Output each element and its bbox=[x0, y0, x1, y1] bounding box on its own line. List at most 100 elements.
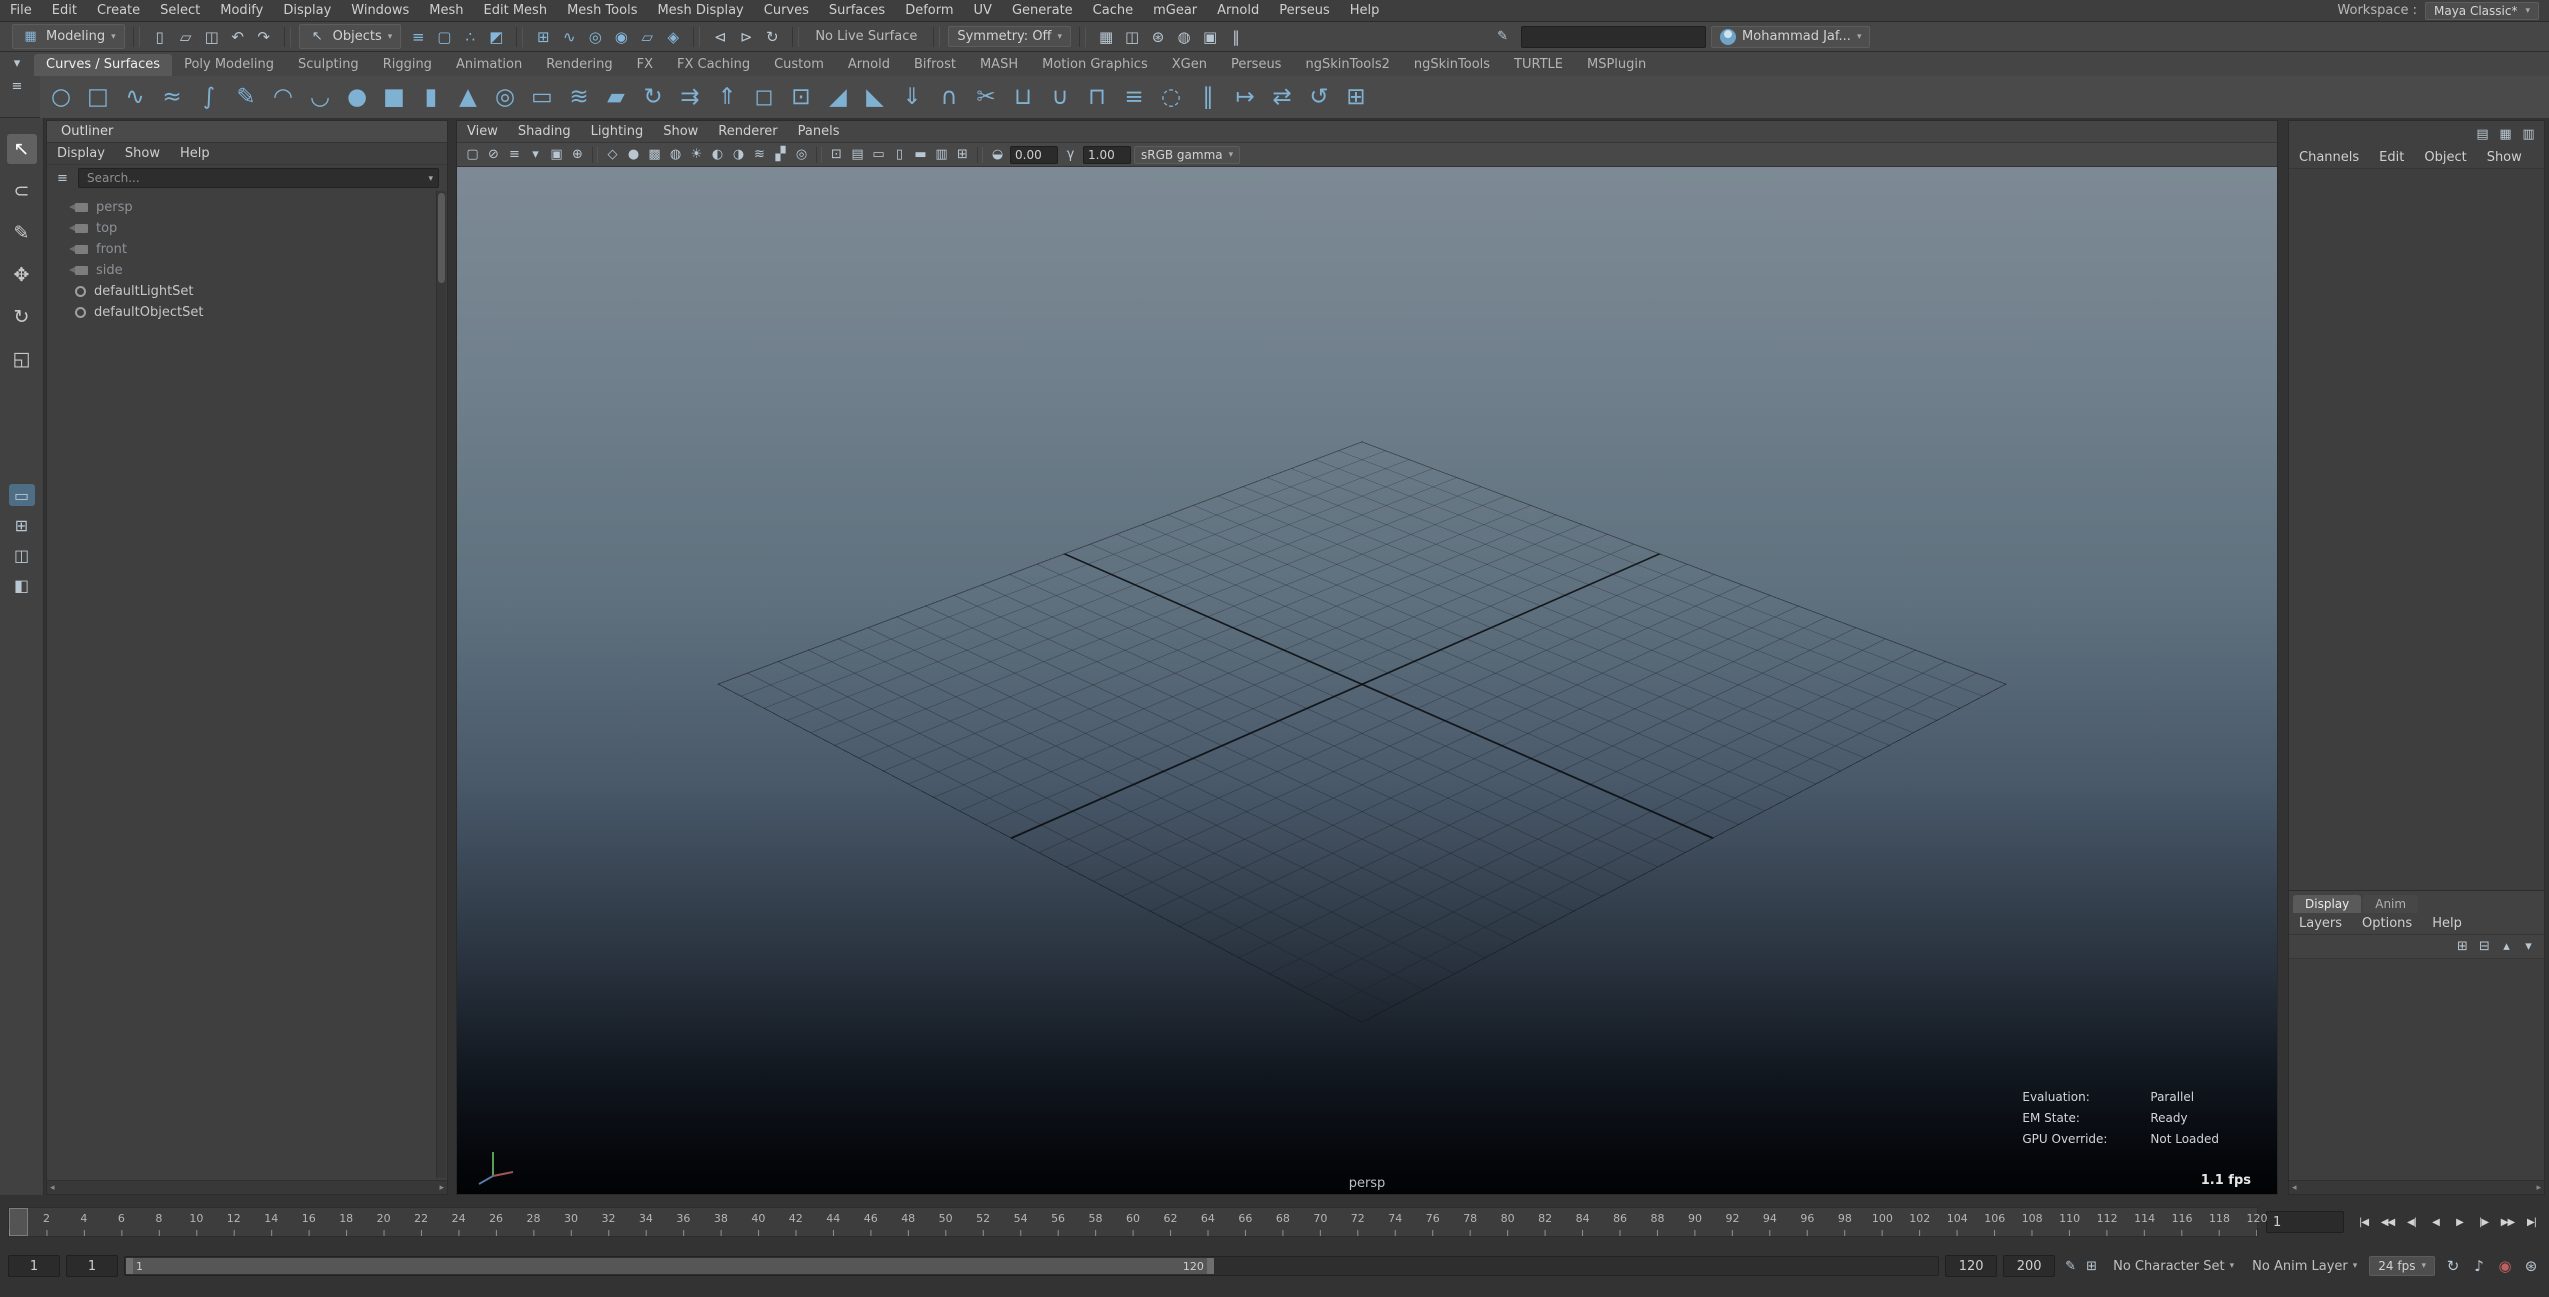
shelf-tab-fx[interactable]: FX bbox=[625, 54, 665, 76]
shelf-tab-fx-caching[interactable]: FX Caching bbox=[665, 54, 762, 76]
rotate-tool[interactable]: ↻ bbox=[7, 302, 37, 332]
nurbs-to-polygons[interactable]: ⊞ bbox=[1339, 80, 1373, 114]
redo-icon[interactable]: ↷ bbox=[252, 25, 276, 49]
outliner-item-side[interactable]: side bbox=[47, 260, 447, 281]
animation-preferences-icon[interactable]: ⊛ bbox=[2519, 1254, 2543, 1278]
shelf-tabs-menu-icon[interactable]: ▾ bbox=[8, 54, 27, 73]
outliner-vertical-scrollbar[interactable] bbox=[436, 191, 446, 1178]
menu-windows[interactable]: Windows bbox=[341, 3, 419, 18]
play-backwards-button[interactable]: ◀ bbox=[2424, 1211, 2447, 1233]
field-chart-icon[interactable]: ▤ bbox=[848, 145, 867, 164]
input-connections-icon[interactable]: ⊲ bbox=[708, 25, 732, 49]
account-menu[interactable]: Mohammad Jaf... ▾ bbox=[1711, 25, 1871, 48]
scroll-left-icon[interactable]: ◂ bbox=[50, 1183, 55, 1193]
nurbs-torus[interactable]: ◎ bbox=[488, 80, 522, 114]
playback-start-field[interactable] bbox=[66, 1255, 118, 1277]
nurbs-square[interactable]: □ bbox=[81, 80, 115, 114]
menu-modify[interactable]: Modify bbox=[210, 3, 273, 18]
viewport-menu-panels[interactable]: Panels bbox=[788, 124, 850, 139]
menu-curves[interactable]: Curves bbox=[754, 3, 819, 18]
hud-toggle-icon[interactable]: ▥ bbox=[932, 145, 951, 164]
motion-blur-icon[interactable]: ≋ bbox=[750, 145, 769, 164]
grid-toggle-icon[interactable]: ⊞ bbox=[953, 145, 972, 164]
revolve[interactable]: ↻ bbox=[636, 80, 670, 114]
play-forwards-button[interactable]: ▶ bbox=[2448, 1211, 2471, 1233]
layout-four-pane[interactable]: ⊞ bbox=[9, 514, 35, 536]
outliner-menu-show[interactable]: Show bbox=[115, 146, 170, 161]
shelf-tab-perseus[interactable]: Perseus bbox=[1219, 54, 1294, 76]
symmetry-selector[interactable]: Symmetry: Off ▾ bbox=[948, 26, 1072, 47]
menu-mgear[interactable]: mGear bbox=[1143, 3, 1207, 18]
rebuild-surfaces[interactable]: ↺ bbox=[1302, 80, 1336, 114]
menu-edit[interactable]: Edit bbox=[42, 3, 87, 18]
use-default-material-icon[interactable]: ◍ bbox=[666, 145, 685, 164]
ep-curve-tool[interactable]: ≈ bbox=[155, 80, 189, 114]
shelf-tab-sculpting[interactable]: Sculpting bbox=[286, 54, 371, 76]
shelf-tab-curves-surfaces[interactable]: Curves / Surfaces bbox=[34, 54, 173, 76]
workspace-select[interactable]: Maya Classic* ▾ bbox=[2424, 1, 2539, 20]
layer-menu-options[interactable]: Options bbox=[2352, 916, 2422, 931]
playback-options-icon[interactable]: ⊞ bbox=[2082, 1257, 2101, 1276]
menu-file[interactable]: File bbox=[0, 3, 42, 18]
open-scene-icon[interactable]: ▱ bbox=[174, 25, 198, 49]
layer-editor-scrollbar[interactable]: ◂ ▸ bbox=[2289, 1180, 2544, 1194]
snap-to-view-plane-icon[interactable]: ▱ bbox=[635, 25, 659, 49]
exposure-icon[interactable]: ◒ bbox=[988, 145, 1007, 164]
loop-icon[interactable]: ↻ bbox=[2441, 1254, 2465, 1278]
camera-attributes-icon[interactable]: ≡ bbox=[505, 145, 524, 164]
shadows-icon[interactable]: ◐ bbox=[708, 145, 727, 164]
offset-surfaces[interactable]: ⇄ bbox=[1265, 80, 1299, 114]
layer-menu-layers[interactable]: Layers bbox=[2289, 916, 2352, 931]
channelbox-menu-edit[interactable]: Edit bbox=[2369, 150, 2414, 165]
move-layer-up-icon[interactable]: ▴ bbox=[2497, 937, 2516, 956]
snap-to-grid-icon[interactable]: ⊞ bbox=[531, 25, 555, 49]
untrim-surfaces[interactable]: ⊔ bbox=[1006, 80, 1040, 114]
new-empty-layer-icon[interactable]: ⊞ bbox=[2453, 937, 2472, 956]
layer-editor-toggle-icon[interactable]: ▦ bbox=[2496, 125, 2515, 144]
auto-keyframe-icon[interactable]: ◉ bbox=[2493, 1254, 2517, 1278]
shelf-options-icon[interactable]: ≡ bbox=[8, 77, 27, 96]
snap-to-projected-center-icon[interactable]: ◉ bbox=[609, 25, 633, 49]
outliner-item-front[interactable]: front bbox=[47, 239, 447, 260]
outliner-menu-display[interactable]: Display bbox=[47, 146, 115, 161]
layout-hypergraph-persp[interactable]: ◧ bbox=[9, 574, 35, 596]
select-tool[interactable]: ↖ bbox=[6, 134, 37, 164]
bezier-curve-tool[interactable]: ∫ bbox=[192, 80, 226, 114]
menu-cache[interactable]: Cache bbox=[1083, 3, 1143, 18]
shelf-tab-arnold[interactable]: Arnold bbox=[836, 54, 902, 76]
shelf-tab-custom[interactable]: Custom bbox=[762, 54, 836, 76]
select-component-icon[interactable]: ∴ bbox=[458, 25, 482, 49]
outliner-item-defaultlightset[interactable]: defaultLightSet bbox=[47, 281, 447, 302]
make-live-icon[interactable]: ◈ bbox=[661, 25, 685, 49]
output-connections-icon[interactable]: ⊳ bbox=[734, 25, 758, 49]
three-point-arc[interactable]: ◠ bbox=[266, 80, 300, 114]
nurbs-cylinder[interactable]: ▮ bbox=[414, 80, 448, 114]
two-point-arc[interactable]: ◡ bbox=[303, 80, 337, 114]
menu-mesh-display[interactable]: Mesh Display bbox=[647, 3, 753, 18]
snap-to-point-icon[interactable]: ◎ bbox=[583, 25, 607, 49]
open-close-surfaces[interactable]: ◌ bbox=[1154, 80, 1188, 114]
viewport-menu-renderer[interactable]: Renderer bbox=[708, 124, 787, 139]
menu-edit-mesh[interactable]: Edit Mesh bbox=[474, 3, 558, 18]
menu-help[interactable]: Help bbox=[1340, 3, 1390, 18]
launch-render-view-icon[interactable]: ▣ bbox=[1198, 25, 1222, 49]
shelf-tab-rigging[interactable]: Rigging bbox=[371, 54, 444, 76]
isolate-select-icon[interactable]: ⊡ bbox=[827, 145, 846, 164]
shelf-tab-xgen[interactable]: XGen bbox=[1160, 54, 1219, 76]
channelbox-menu-object[interactable]: Object bbox=[2414, 150, 2476, 165]
playback-speed-selector[interactable]: 24 fps ▾ bbox=[2369, 1256, 2435, 1276]
search-options-icon[interactable]: ≡ bbox=[53, 169, 72, 188]
shelf-tab-ngskintools[interactable]: ngSkinTools bbox=[1402, 54, 1502, 76]
timeline-playhead[interactable] bbox=[9, 1208, 28, 1236]
scroll-right-icon[interactable]: ▸ bbox=[439, 1183, 444, 1193]
smooth-shade-icon[interactable]: ● bbox=[624, 145, 643, 164]
align-surfaces[interactable]: ≡ bbox=[1117, 80, 1151, 114]
outliner-item-top[interactable]: top bbox=[47, 218, 447, 239]
screen-space-ao-icon[interactable]: ◑ bbox=[729, 145, 748, 164]
current-frame-field[interactable] bbox=[2266, 1211, 2344, 1233]
select-mask-icon[interactable]: ◩ bbox=[484, 25, 508, 49]
lights-icon[interactable]: ☀ bbox=[687, 145, 706, 164]
extrude[interactable]: ⇑ bbox=[710, 80, 744, 114]
menu-perseus[interactable]: Perseus bbox=[1269, 3, 1340, 18]
go-to-end-button[interactable]: ▶| bbox=[2520, 1211, 2543, 1233]
